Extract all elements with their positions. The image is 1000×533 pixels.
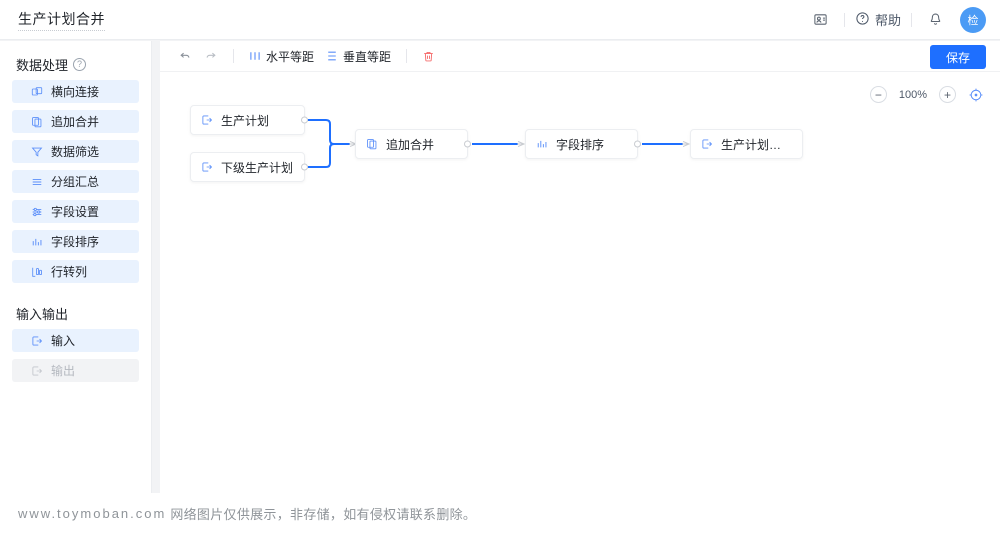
top-bar: 生产计划合并 帮助 检	[0, 0, 1000, 40]
divider	[233, 49, 234, 63]
sidebar-item-label: 字段设置	[51, 205, 100, 219]
user-avatar[interactable]: 检	[960, 6, 986, 33]
node-output-port[interactable]	[634, 140, 641, 148]
sidebar-item-input[interactable]: 输入	[12, 329, 139, 352]
horizontal-distribute-label: 水平等距	[266, 49, 315, 64]
divider	[843, 12, 845, 27]
undo-button[interactable]	[172, 45, 198, 67]
sidebar-item-label: 输入	[51, 334, 76, 348]
vertical-distribute-button[interactable]: 垂直等距	[320, 45, 397, 67]
watermark-url: www.toymoban.com	[18, 505, 167, 521]
output-icon	[701, 138, 713, 150]
flow-node-production-plan-progress[interactable]: 生产计划进度...	[690, 129, 803, 159]
horizontal-distribute-button[interactable]: 水平等距	[243, 45, 320, 67]
sidebar-item-label: 字段排序	[51, 235, 100, 249]
filter-icon	[30, 145, 43, 158]
sidebar-section-title: 输入输出	[0, 290, 151, 329]
field-sort-icon	[536, 138, 548, 150]
sidebar-item-append-merge[interactable]: 追加合并	[12, 110, 139, 133]
help-button[interactable]: 帮助	[855, 10, 901, 29]
delete-button[interactable]	[416, 45, 441, 67]
trash-icon	[422, 50, 435, 63]
redo-button[interactable]	[198, 45, 224, 67]
flow-node-production-plan[interactable]: 生产计划	[190, 105, 308, 135]
sidebar-section-label: 输入输出	[16, 307, 69, 322]
sidebar: 数据处理 ? 横向连接 追加合并 数据筛选 分组汇总 字段设置 字段排序 行转列…	[0, 41, 152, 493]
append-merge-icon	[30, 115, 43, 128]
vertical-distribute-label: 垂直等距	[343, 49, 392, 64]
output-icon	[30, 364, 43, 377]
topbar-actions: 帮助 检	[808, 0, 986, 39]
field-sort-icon	[30, 235, 43, 248]
sidebar-item-label: 横向连接	[51, 85, 100, 99]
flow-node-label: 生产计划进度...	[721, 137, 792, 152]
flow-node-label: 字段排序	[556, 137, 605, 152]
canvas-toolbar: 水平等距 垂直等距 保存	[160, 41, 1000, 72]
divider	[406, 49, 408, 63]
flow-node-append-merge[interactable]: 追加合并	[355, 129, 471, 159]
sidebar-item-label: 数据筛选	[51, 145, 100, 159]
vertical-distribute-icon	[326, 50, 338, 62]
sidebar-item-group-summary[interactable]: 分组汇总	[12, 170, 139, 193]
append-merge-icon	[366, 138, 378, 150]
sidebar-item-label: 分组汇总	[51, 175, 100, 189]
sidebar-item-output: 输出	[12, 359, 139, 382]
row-to-column-icon	[30, 265, 43, 278]
main-panel: 水平等距 垂直等距 保存 − 100% + 生产计划 下级生产计划 追加合并 字…	[160, 41, 1000, 493]
sidebar-item-label: 行转列	[51, 265, 88, 279]
horizontal-distribute-icon	[249, 50, 261, 62]
sidebar-item-label: 输出	[51, 364, 76, 378]
input-icon	[30, 334, 43, 347]
flow-canvas[interactable]: 生产计划 下级生产计划 追加合并 字段排序 生产计划进度	[160, 73, 1000, 493]
help-label: 帮助	[874, 13, 901, 28]
document-title[interactable]: 生产计划合并	[18, 9, 105, 31]
input-icon	[201, 161, 213, 173]
sidebar-section-label: 数据处理	[16, 58, 69, 73]
sidebar-item-field-sort[interactable]: 字段排序	[12, 230, 139, 253]
app-root: 生产计划合并 帮助 检 数据处理 ? 横向连接 追加合并 数据筛选 分组汇总 字…	[0, 0, 1000, 533]
horizontal-join-icon	[30, 85, 43, 98]
node-output-port[interactable]	[301, 163, 308, 171]
sidebar-item-horizontal-join[interactable]: 横向连接	[12, 80, 139, 103]
flow-node-label: 生产计划	[221, 113, 270, 128]
bell-icon[interactable]	[922, 7, 948, 33]
sidebar-item-label: 追加合并	[51, 115, 100, 129]
input-icon	[201, 114, 213, 126]
divider	[911, 12, 912, 27]
flow-node-field-sort[interactable]: 字段排序	[525, 129, 641, 159]
question-circle-icon[interactable]: ?	[73, 58, 87, 71]
sidebar-item-field-settings[interactable]: 字段设置	[12, 200, 139, 223]
watermark-text: 网络图片仅供展示，非存储，如有侵权请联系删除。	[170, 506, 477, 522]
group-summary-icon	[30, 175, 43, 188]
node-output-port[interactable]	[301, 116, 308, 124]
sidebar-item-data-filter[interactable]: 数据筛选	[12, 140, 139, 163]
field-settings-icon	[30, 205, 43, 218]
contact-card-icon[interactable]	[808, 7, 834, 33]
save-button[interactable]: 保存	[930, 45, 986, 69]
sidebar-item-row-to-column[interactable]: 行转列	[12, 260, 139, 283]
node-output-port[interactable]	[464, 140, 471, 148]
flow-node-label: 下级生产计划	[221, 160, 294, 175]
redo-arrow-icon	[204, 49, 218, 63]
watermark: www.toymoban.com 网络图片仅供展示，非存储，如有侵权请联系删除。	[0, 493, 1000, 533]
flow-node-sub-production-plan[interactable]: 下级生产计划	[190, 152, 308, 182]
sidebar-section-title: 数据处理 ?	[0, 41, 151, 80]
undo-arrow-icon	[178, 49, 192, 63]
question-circle-icon	[855, 11, 870, 29]
flow-node-label: 追加合并	[386, 137, 435, 152]
